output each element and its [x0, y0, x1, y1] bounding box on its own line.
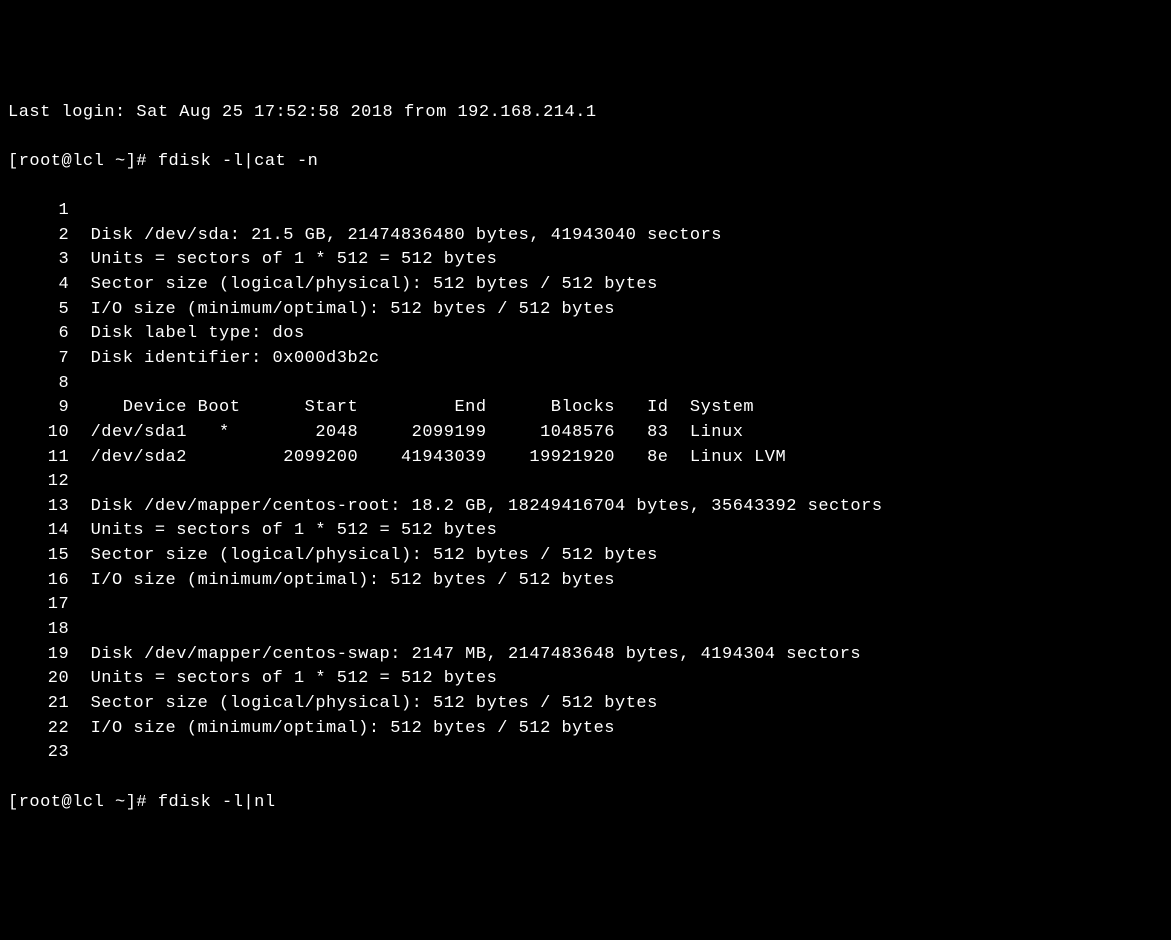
- output-line: 22 I/O size (minimum/optimal): 512 bytes…: [8, 717, 1163, 742]
- line-content: Disk /dev/sda: 21.5 GB, 21474836480 byte…: [69, 226, 722, 245]
- output-line: 19 Disk /dev/mapper/centos-swap: 2147 MB…: [8, 643, 1163, 668]
- shell-prompt-1: [root@lcl ~]# fdisk -l|cat -n: [8, 150, 1163, 175]
- line-number: 17: [8, 593, 69, 618]
- output-line: 1: [8, 199, 1163, 224]
- line-content: [69, 620, 90, 639]
- output-line: 6 Disk label type: dos: [8, 322, 1163, 347]
- shell-prompt-2[interactable]: [root@lcl ~]# fdisk -l|nl: [8, 791, 1163, 816]
- line-number: 10: [8, 421, 69, 446]
- output-line: 10 /dev/sda1 * 2048 2099199 1048576 83 L…: [8, 421, 1163, 446]
- line-number: 3: [8, 248, 69, 273]
- line-content: Disk label type: dos: [69, 324, 304, 343]
- line-number: 5: [8, 298, 69, 323]
- line-number: 13: [8, 495, 69, 520]
- line-number: 21: [8, 692, 69, 717]
- line-number: 8: [8, 372, 69, 397]
- line-content: [69, 201, 90, 220]
- line-number: 16: [8, 569, 69, 594]
- last-login-line: Last login: Sat Aug 25 17:52:58 2018 fro…: [8, 101, 1163, 126]
- line-number: 4: [8, 273, 69, 298]
- line-content: Units = sectors of 1 * 512 = 512 bytes: [69, 521, 497, 540]
- line-number: 23: [8, 741, 69, 766]
- output-line: 23: [8, 741, 1163, 766]
- output-line: 12: [8, 470, 1163, 495]
- line-content: Sector size (logical/physical): 512 byte…: [69, 275, 658, 294]
- line-number: 22: [8, 717, 69, 742]
- line-content: I/O size (minimum/optimal): 512 bytes / …: [69, 719, 615, 738]
- line-content: /dev/sda1 * 2048 2099199 1048576 83 Linu…: [69, 423, 743, 442]
- line-number: 2: [8, 224, 69, 249]
- line-content: [69, 472, 90, 491]
- line-content: [69, 595, 90, 614]
- output-line: 14 Units = sectors of 1 * 512 = 512 byte…: [8, 519, 1163, 544]
- line-number: 9: [8, 396, 69, 421]
- line-number: 15: [8, 544, 69, 569]
- line-content: I/O size (minimum/optimal): 512 bytes / …: [69, 571, 615, 590]
- output-line: 20 Units = sectors of 1 * 512 = 512 byte…: [8, 667, 1163, 692]
- line-content: Sector size (logical/physical): 512 byte…: [69, 546, 658, 565]
- line-number: 14: [8, 519, 69, 544]
- line-content: Disk /dev/mapper/centos-root: 18.2 GB, 1…: [69, 497, 882, 516]
- line-content: Disk identifier: 0x000d3b2c: [69, 349, 379, 368]
- line-content: Disk /dev/mapper/centos-swap: 2147 MB, 2…: [69, 645, 861, 664]
- output-line: 2 Disk /dev/sda: 21.5 GB, 21474836480 by…: [8, 224, 1163, 249]
- output-line: 15 Sector size (logical/physical): 512 b…: [8, 544, 1163, 569]
- output-line: 3 Units = sectors of 1 * 512 = 512 bytes: [8, 248, 1163, 273]
- output-line: 16 I/O size (minimum/optimal): 512 bytes…: [8, 569, 1163, 594]
- output-line: 8: [8, 372, 1163, 397]
- output-line: 5 I/O size (minimum/optimal): 512 bytes …: [8, 298, 1163, 323]
- output-line: 7 Disk identifier: 0x000d3b2c: [8, 347, 1163, 372]
- line-number: 18: [8, 618, 69, 643]
- line-number: 6: [8, 322, 69, 347]
- line-content: Units = sectors of 1 * 512 = 512 bytes: [69, 250, 497, 269]
- output-line: 13 Disk /dev/mapper/centos-root: 18.2 GB…: [8, 495, 1163, 520]
- line-number: 7: [8, 347, 69, 372]
- line-number: 11: [8, 446, 69, 471]
- line-number: 12: [8, 470, 69, 495]
- line-number: 19: [8, 643, 69, 668]
- output-line: 4 Sector size (logical/physical): 512 by…: [8, 273, 1163, 298]
- output-line: 17: [8, 593, 1163, 618]
- line-number: 1: [8, 199, 69, 224]
- line-content: Sector size (logical/physical): 512 byte…: [69, 694, 658, 713]
- output-line: 21 Sector size (logical/physical): 512 b…: [8, 692, 1163, 717]
- terminal-output: 1 2 Disk /dev/sda: 21.5 GB, 21474836480 …: [8, 199, 1163, 766]
- line-content: Units = sectors of 1 * 512 = 512 bytes: [69, 669, 497, 688]
- line-content: [69, 743, 90, 762]
- line-content: I/O size (minimum/optimal): 512 bytes / …: [69, 300, 615, 319]
- line-content: /dev/sda2 2099200 41943039 19921920 8e L…: [69, 448, 786, 467]
- output-line: 11 /dev/sda2 2099200 41943039 19921920 8…: [8, 446, 1163, 471]
- output-line: 9 Device Boot Start End Blocks Id System: [8, 396, 1163, 421]
- line-number: 20: [8, 667, 69, 692]
- output-line: 18: [8, 618, 1163, 643]
- line-content: Device Boot Start End Blocks Id System: [69, 398, 754, 417]
- line-content: [69, 374, 90, 393]
